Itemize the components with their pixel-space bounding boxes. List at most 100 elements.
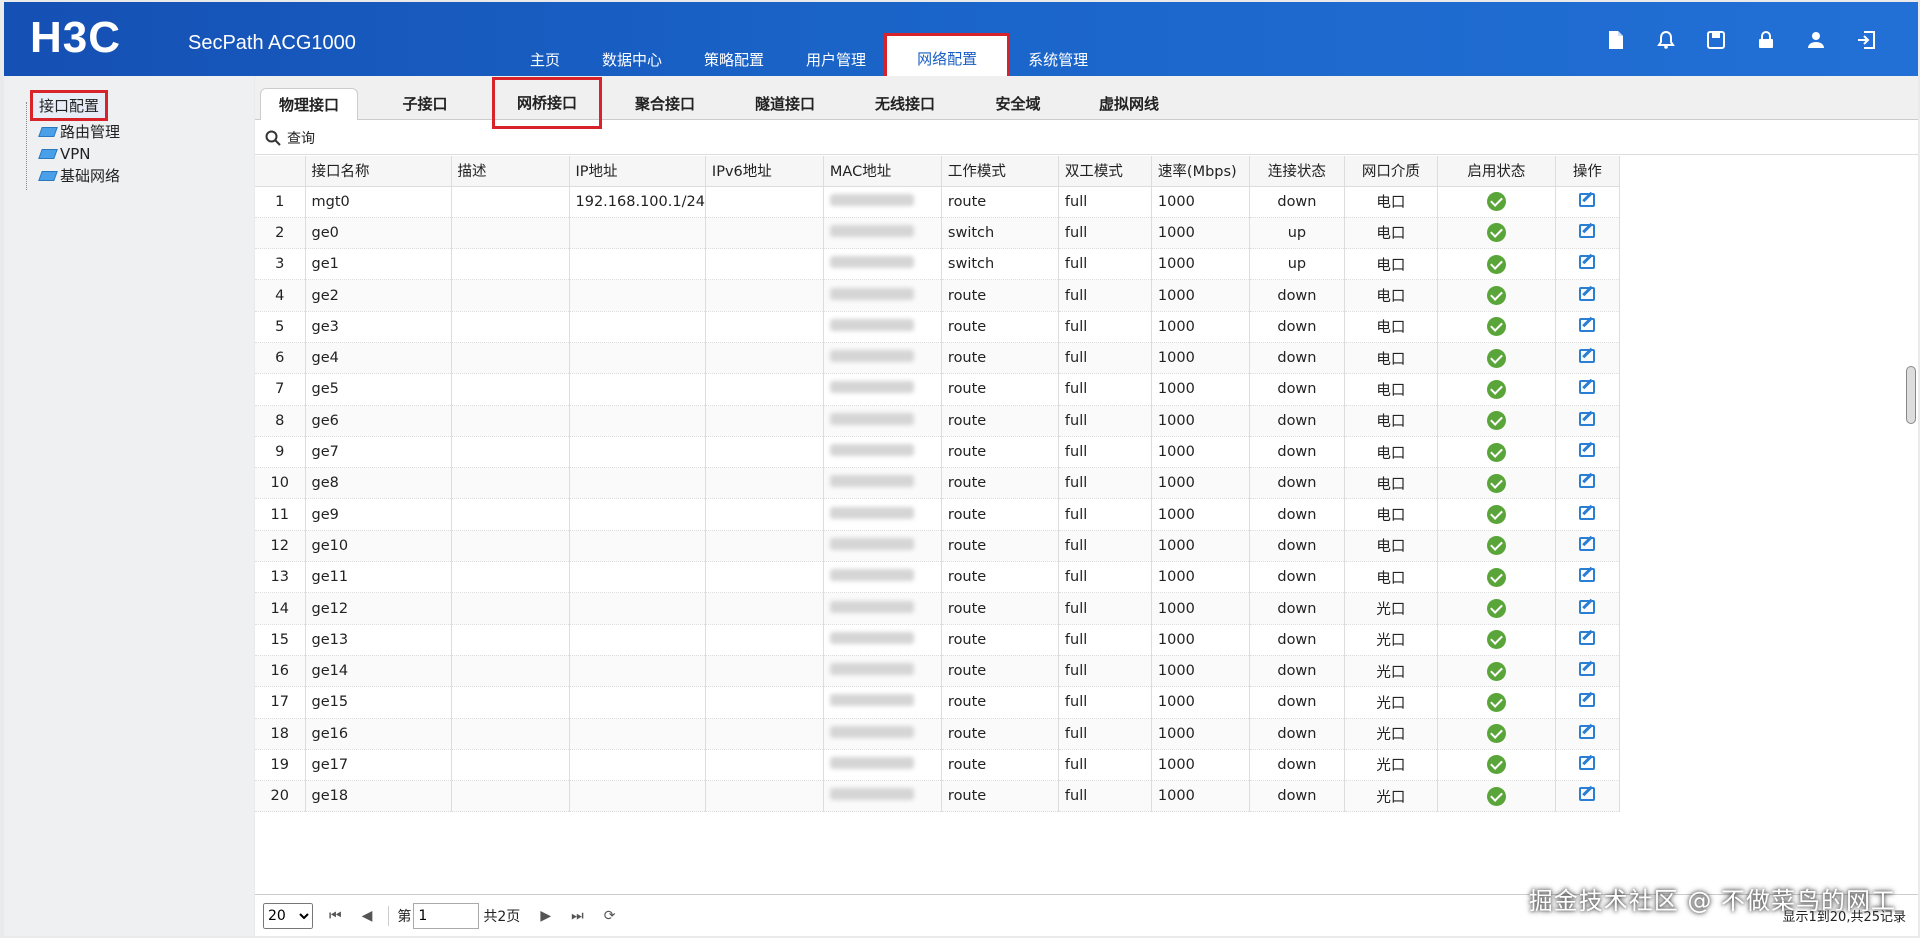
- column-header[interactable]: [255, 156, 306, 187]
- edit-action[interactable]: [1555, 373, 1620, 406]
- user-icon[interactable]: [1804, 28, 1828, 52]
- page-size-select[interactable]: 20: [263, 902, 313, 929]
- save-icon[interactable]: [1704, 28, 1728, 52]
- tab-security-zone[interactable]: 安全域: [973, 88, 1063, 120]
- column-header[interactable]: 描述: [451, 156, 570, 187]
- nav-user-management[interactable]: 用户管理: [785, 46, 887, 76]
- column-header[interactable]: 连接状态: [1249, 156, 1345, 187]
- edit-action[interactable]: [1555, 342, 1620, 375]
- edit-icon[interactable]: [1579, 349, 1596, 364]
- edit-icon[interactable]: [1579, 787, 1596, 802]
- edit-icon[interactable]: [1579, 505, 1596, 520]
- edit-icon[interactable]: [1579, 599, 1596, 614]
- column-header[interactable]: 网口介质: [1344, 156, 1438, 187]
- document-icon[interactable]: [1604, 28, 1628, 52]
- column-header[interactable]: 接口名称: [305, 156, 452, 187]
- edit-action[interactable]: [1555, 405, 1620, 437]
- edit-action[interactable]: [1555, 686, 1620, 719]
- tab-aggregate-interface[interactable]: 聚合接口: [613, 88, 717, 120]
- edit-icon[interactable]: [1579, 755, 1596, 770]
- nav-system-management[interactable]: 系统管理: [1007, 46, 1109, 76]
- table-row[interactable]: 11 ge9 route full 1000 down 电口: [255, 498, 1620, 531]
- table-row[interactable]: 15 ge13 route full 1000 down 光口: [255, 624, 1620, 656]
- table-row[interactable]: 8 ge6 route full 1000 down 电口: [255, 405, 1620, 437]
- edit-icon[interactable]: [1579, 724, 1596, 739]
- table-row[interactable]: 1 mgt0 192.168.100.1/24 route full 1000 down 电口: [255, 186, 1620, 218]
- edit-icon[interactable]: [1579, 223, 1596, 238]
- edit-action[interactable]: [1555, 780, 1620, 813]
- tab-tunnel-interface[interactable]: 隧道接口: [733, 88, 837, 120]
- edit-action[interactable]: [1555, 592, 1620, 625]
- edit-icon[interactable]: [1579, 192, 1596, 207]
- table-row[interactable]: 3 ge1 switch full 1000 up 电口: [255, 248, 1620, 281]
- edit-action[interactable]: [1555, 624, 1620, 656]
- page-number-input[interactable]: [413, 902, 480, 929]
- table-row[interactable]: 17 ge15 route full 1000 down 光口: [255, 686, 1620, 719]
- tab-bridge-interface[interactable]: 网桥接口: [492, 77, 602, 129]
- edit-icon[interactable]: [1579, 474, 1596, 489]
- tab-physical-interface[interactable]: 物理接口: [260, 88, 358, 120]
- prev-page-icon[interactable]: ◀: [362, 908, 373, 924]
- tab-sub-interface[interactable]: 子接口: [375, 88, 475, 120]
- tree-item-routing[interactable]: 路由管理: [38, 121, 120, 143]
- edit-action[interactable]: [1555, 217, 1620, 250]
- edit-icon[interactable]: [1579, 411, 1596, 426]
- tab-virtual-wire[interactable]: 虚拟网线: [1077, 88, 1181, 120]
- column-header[interactable]: IP地址: [569, 156, 706, 187]
- first-page-icon[interactable]: ⏮: [329, 908, 342, 924]
- tree-item-vpn[interactable]: VPN: [38, 143, 120, 165]
- bell-icon[interactable]: [1654, 28, 1678, 52]
- table-row[interactable]: 6 ge4 route full 1000 down 电口: [255, 342, 1620, 375]
- table-row[interactable]: 19 ge17 route full 1000 down 光口: [255, 749, 1620, 782]
- table-row[interactable]: 7 ge5 route full 1000 down 电口: [255, 373, 1620, 406]
- table-row[interactable]: 5 ge3 route full 1000 down 电口: [255, 311, 1620, 343]
- nav-data-center[interactable]: 数据中心: [581, 46, 683, 76]
- nav-network-config[interactable]: 网络配置: [884, 33, 1011, 79]
- tree-item-basic-network[interactable]: 基础网络: [38, 165, 120, 187]
- last-page-icon[interactable]: ⏭: [571, 908, 584, 924]
- edit-action[interactable]: [1555, 530, 1620, 563]
- edit-icon[interactable]: [1579, 536, 1596, 551]
- column-header[interactable]: 速率(Mbps): [1151, 156, 1250, 187]
- table-row[interactable]: 14 ge12 route full 1000 down 光口: [255, 592, 1620, 625]
- edit-icon[interactable]: [1579, 317, 1596, 332]
- edit-action[interactable]: [1555, 248, 1620, 281]
- edit-action[interactable]: [1555, 311, 1620, 343]
- table-row[interactable]: 4 ge2 route full 1000 down 电口: [255, 279, 1620, 312]
- edit-icon[interactable]: [1579, 286, 1596, 301]
- edit-action[interactable]: [1555, 561, 1620, 594]
- column-header[interactable]: 启用状态: [1437, 156, 1556, 187]
- search-bar[interactable]: 查询: [255, 121, 1918, 155]
- column-header[interactable]: 双工模式: [1058, 156, 1152, 187]
- edit-icon[interactable]: [1579, 630, 1596, 645]
- column-header[interactable]: 操作: [1555, 156, 1620, 187]
- edit-action[interactable]: [1555, 498, 1620, 531]
- table-row[interactable]: 20 ge18 route full 1000 down 光口: [255, 780, 1620, 813]
- tree-item-interface-config[interactable]: 接口配置: [30, 90, 109, 121]
- edit-action[interactable]: [1555, 436, 1620, 469]
- edit-icon[interactable]: [1579, 568, 1596, 583]
- table-row[interactable]: 2 ge0 switch full 1000 up 电口: [255, 217, 1620, 250]
- column-header[interactable]: MAC地址: [823, 156, 942, 187]
- vertical-scrollbar[interactable]: [1906, 366, 1916, 424]
- refresh-icon[interactable]: ⟳: [604, 908, 616, 924]
- table-row[interactable]: 13 ge11 route full 1000 down 电口: [255, 561, 1620, 594]
- edit-icon[interactable]: [1579, 255, 1596, 270]
- edit-icon[interactable]: [1579, 380, 1596, 395]
- logout-icon[interactable]: [1854, 28, 1878, 52]
- edit-action[interactable]: [1555, 186, 1620, 218]
- table-row[interactable]: 10 ge8 route full 1000 down 电口: [255, 467, 1620, 500]
- table-row[interactable]: 12 ge10 route full 1000 down 电口: [255, 530, 1620, 563]
- lock-icon[interactable]: [1754, 28, 1778, 52]
- edit-action[interactable]: [1555, 279, 1620, 312]
- tab-wireless-interface[interactable]: 无线接口: [853, 88, 957, 120]
- edit-action[interactable]: [1555, 749, 1620, 782]
- edit-icon[interactable]: [1579, 443, 1596, 458]
- column-header[interactable]: 工作模式: [941, 156, 1059, 187]
- edit-action[interactable]: [1555, 467, 1620, 500]
- column-header[interactable]: IPv6地址: [705, 156, 824, 187]
- edit-icon[interactable]: [1579, 693, 1596, 708]
- edit-icon[interactable]: [1579, 662, 1596, 677]
- table-row[interactable]: 16 ge14 route full 1000 down 光口: [255, 655, 1620, 688]
- nav-policy-config[interactable]: 策略配置: [683, 46, 785, 76]
